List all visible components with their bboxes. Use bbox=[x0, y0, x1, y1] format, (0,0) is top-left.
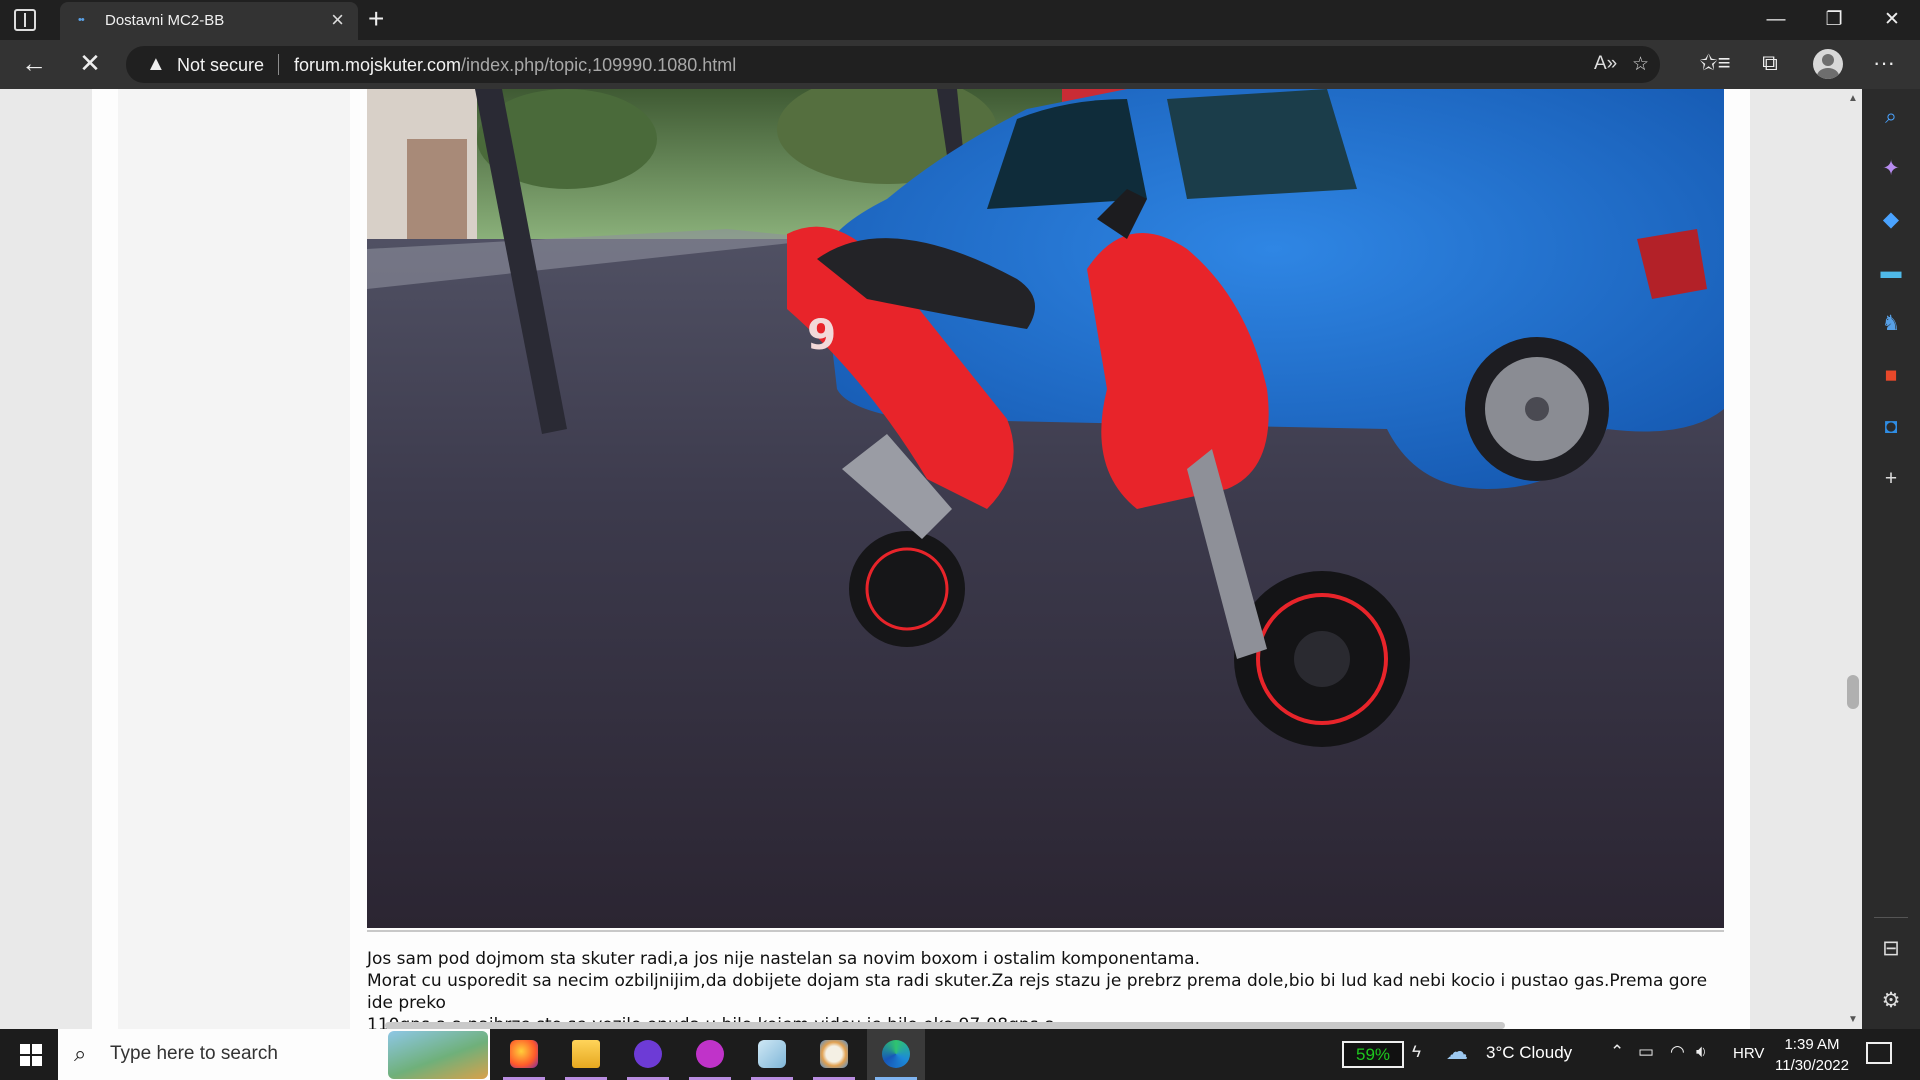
restore-icon[interactable]: ❐ bbox=[1806, 5, 1862, 35]
search-highlight-image bbox=[388, 1031, 488, 1079]
security-label[interactable]: Not secure bbox=[177, 55, 264, 76]
add-favorite-icon[interactable]: ☆ bbox=[1632, 53, 1649, 76]
loading-favicon-icon: • • bbox=[78, 14, 85, 26]
page-gutter-right bbox=[1750, 89, 1844, 1029]
minimize-icon[interactable]: — bbox=[1748, 5, 1804, 35]
scooter-photo-illustration: 9 bbox=[367, 89, 1724, 928]
url-path: /index.php/topic,109990.1080.html bbox=[461, 55, 737, 75]
url-text[interactable]: forum.mojskuter.com/index.php/topic,1099… bbox=[294, 55, 736, 76]
folder-icon bbox=[572, 1040, 600, 1068]
windows-taskbar: ⌕ Type here to search 59% ϟ ☁ 3°C Cloudy… bbox=[0, 1029, 1920, 1080]
scroll-down-icon[interactable]: ▼ bbox=[1844, 1014, 1862, 1025]
firefox-icon bbox=[510, 1040, 538, 1068]
browser-toolbar: ← ✕ ▲ Not secure forum.mojskuter.com/ind… bbox=[0, 40, 1920, 89]
clock-date: 11/30/2022 bbox=[1775, 1057, 1849, 1074]
weather-text[interactable]: 3°C Cloudy bbox=[1486, 1043, 1572, 1063]
collections-icon[interactable]: ⧉ bbox=[1752, 49, 1788, 77]
wifi-icon[interactable]: ◠ bbox=[1670, 1042, 1685, 1062]
post-line-1: Jos sam pod dojmom sta skuter radi,a jos… bbox=[367, 949, 1200, 969]
taskbar-notepad[interactable] bbox=[743, 1029, 801, 1080]
taskbar-file-explorer[interactable] bbox=[557, 1029, 615, 1080]
tab-close-icon[interactable]: × bbox=[331, 9, 344, 31]
notification-center-icon[interactable] bbox=[1866, 1042, 1892, 1064]
post-body: Jos sam pod dojmom sta skuter radi,a jos… bbox=[367, 948, 1724, 1029]
edge-sidebar: ⌕ ✦ ◆ ▬ ♞ ■ ◘ + ⊟ ⚙ bbox=[1862, 89, 1920, 1029]
taskbar-search-icon: ⌕ bbox=[74, 1041, 87, 1066]
post-author-column bbox=[118, 89, 350, 1029]
page-viewport: 9 Jos sam pod dojmom sta skuter radi,a j… bbox=[0, 89, 1844, 1029]
url-host: forum.mojskuter.com bbox=[294, 55, 462, 75]
new-tab-icon[interactable]: + bbox=[368, 3, 384, 35]
scroll-up-icon[interactable]: ▲ bbox=[1844, 93, 1862, 104]
hide-sidebar-icon[interactable]: ⊟ bbox=[1862, 935, 1920, 963]
taskbar-edge[interactable] bbox=[867, 1029, 925, 1080]
more-menu-icon[interactable]: ··· bbox=[1866, 49, 1902, 77]
read-aloud-icon[interactable]: A» bbox=[1594, 53, 1617, 75]
scrollbar-thumb[interactable] bbox=[1847, 675, 1859, 709]
notepad-icon bbox=[758, 1040, 786, 1068]
taskbar-app-purple[interactable] bbox=[619, 1029, 677, 1080]
back-icon[interactable]: ← bbox=[14, 48, 54, 78]
horizontal-scrollbar[interactable] bbox=[385, 1022, 1505, 1029]
taskbar-search-placeholder: Type here to search bbox=[110, 1043, 278, 1064]
taskbar-search[interactable]: ⌕ Type here to search bbox=[58, 1029, 490, 1080]
sidebar-divider bbox=[1874, 917, 1908, 918]
battery-icon[interactable]: ▭ bbox=[1638, 1042, 1654, 1062]
add-sidebar-app-icon[interactable]: + bbox=[1862, 465, 1920, 493]
battery-charging-icon[interactable]: ϟ bbox=[1412, 1042, 1421, 1062]
address-bar[interactable]: ▲ Not secure forum.mojskuter.com/index.p… bbox=[126, 46, 1660, 83]
tab-actions-icon[interactable] bbox=[14, 9, 36, 31]
vertical-scrollbar[interactable]: ▲ ▼ bbox=[1844, 89, 1862, 1029]
taskbar-paint[interactable] bbox=[805, 1029, 863, 1080]
cloudy-weather-icon[interactable]: ☁ bbox=[1446, 1039, 1468, 1065]
forum-page: 9 Jos sam pod dojmom sta skuter radi,a j… bbox=[92, 89, 1750, 1029]
battery-percentage[interactable]: 59% bbox=[1342, 1041, 1404, 1068]
taskbar-app-mask[interactable] bbox=[681, 1029, 739, 1080]
profile-avatar[interactable] bbox=[1813, 49, 1843, 79]
office-icon[interactable]: ■ bbox=[1862, 362, 1920, 390]
tab-active[interactable]: • • Dostavni MC2-BB × bbox=[60, 2, 358, 40]
sidebar-settings-icon[interactable]: ⚙ bbox=[1862, 987, 1920, 1015]
shopping-icon[interactable]: ◆ bbox=[1862, 206, 1920, 234]
post-line-2: Morat cu usporedit sa necim ozbiljnijim,… bbox=[367, 971, 1708, 1013]
tab-title: Dostavni MC2-BB bbox=[105, 12, 225, 29]
close-window-icon[interactable]: ✕ bbox=[1864, 5, 1920, 35]
tab-bar: • • Dostavni MC2-BB × + — ❐ ✕ bbox=[0, 0, 1920, 40]
stop-loading-icon[interactable]: ✕ bbox=[70, 48, 110, 78]
taskbar-firefox[interactable] bbox=[495, 1029, 553, 1080]
taskbar-clock[interactable]: 1:39 AM 11/30/2022 bbox=[1770, 1034, 1854, 1076]
paint-icon bbox=[820, 1040, 848, 1068]
edge-icon bbox=[882, 1040, 910, 1068]
warning-icon[interactable]: ▲ bbox=[146, 53, 166, 75]
volume-icon[interactable]: 🔉︎ bbox=[1696, 1042, 1707, 1062]
windows-start-icon[interactable] bbox=[20, 1044, 42, 1066]
purple-app-icon bbox=[634, 1040, 662, 1068]
page-gutter-left bbox=[0, 89, 92, 1029]
games-icon[interactable]: ♞ bbox=[1862, 310, 1920, 338]
clock-time: 1:39 AM bbox=[1784, 1036, 1840, 1053]
outlook-icon[interactable]: ◘ bbox=[1862, 413, 1920, 441]
post-image[interactable]: 9 bbox=[367, 89, 1724, 928]
show-hidden-icons-icon[interactable]: ⌃ bbox=[1610, 1042, 1624, 1062]
post-image-separator bbox=[367, 930, 1724, 932]
discover-icon[interactable]: ✦ bbox=[1862, 155, 1920, 183]
tools-icon[interactable]: ▬ bbox=[1862, 258, 1920, 286]
mask-app-icon bbox=[696, 1040, 724, 1068]
address-divider bbox=[278, 54, 279, 75]
search-icon[interactable]: ⌕ bbox=[1862, 103, 1920, 131]
favorites-icon[interactable]: ✩≡ bbox=[1697, 49, 1733, 77]
svg-text:9: 9 bbox=[807, 310, 836, 359]
input-language[interactable]: HRV bbox=[1733, 1045, 1764, 1062]
